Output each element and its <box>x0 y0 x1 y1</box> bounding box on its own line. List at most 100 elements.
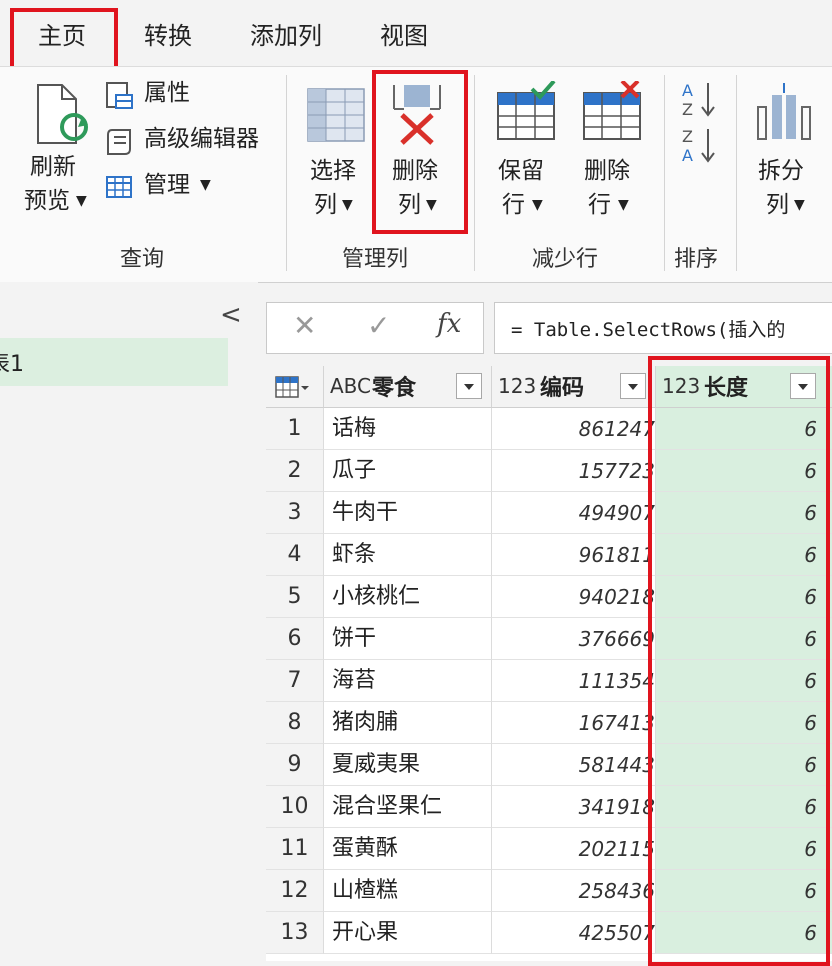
cell-length[interactable]: 6 <box>656 744 832 786</box>
remove-rows-label-1: 删除 <box>584 158 630 184</box>
sort-descending-button[interactable]: Z A <box>680 125 720 165</box>
cell-length[interactable]: 6 <box>656 660 832 702</box>
cell-snack[interactable]: 饼干 <box>324 618 492 660</box>
tab-view[interactable]: 视图 <box>380 16 428 51</box>
filter-dropdown-icon[interactable] <box>620 373 646 399</box>
cell-code[interactable]: 494907 <box>492 492 656 534</box>
collapse-pane-icon[interactable]: < <box>220 300 242 330</box>
cell-code[interactable]: 940218 <box>492 576 656 618</box>
cell-snack[interactable]: 小核桃仁 <box>324 576 492 618</box>
column-header-length[interactable]: 123 长度 <box>656 366 832 408</box>
table-row[interactable]: 9 夏威夷果 581443 6 <box>266 744 832 786</box>
table-row[interactable]: 10 混合坚果仁 341918 6 <box>266 786 832 828</box>
row-number[interactable]: 7 <box>266 660 324 702</box>
remove-columns-button[interactable]: 删除 列 ▼ <box>380 75 460 225</box>
tab-transform[interactable]: 转换 <box>144 16 192 51</box>
table-row[interactable]: 11 蛋黄酥 202115 6 <box>266 828 832 870</box>
formula-input[interactable]: = Table.SelectRows(插入的 <box>494 302 832 354</box>
cell-snack[interactable]: 山楂糕 <box>324 870 492 912</box>
table-row[interactable]: 7 海苔 111354 6 <box>266 660 832 702</box>
table-row[interactable]: 1 话梅 861247 6 <box>266 408 832 450</box>
row-number[interactable]: 9 <box>266 744 324 786</box>
cell-length[interactable]: 6 <box>656 870 832 912</box>
tab-home[interactable]: 主页 <box>38 16 86 51</box>
row-number[interactable]: 5 <box>266 576 324 618</box>
cell-code[interactable]: 202115 <box>492 828 656 870</box>
cell-snack[interactable]: 猪肉脯 <box>324 702 492 744</box>
row-number[interactable]: 1 <box>266 408 324 450</box>
cell-length[interactable]: 6 <box>656 786 832 828</box>
table-row[interactable]: 4 虾条 961811 6 <box>266 534 832 576</box>
table-row[interactable]: 12 山楂糕 258436 6 <box>266 870 832 912</box>
cell-snack[interactable]: 虾条 <box>324 534 492 576</box>
row-number[interactable]: 13 <box>266 912 324 954</box>
fx-icon[interactable]: fx <box>437 309 461 339</box>
cell-snack[interactable]: 蛋黄酥 <box>324 828 492 870</box>
cell-snack[interactable]: 瓜子 <box>324 450 492 492</box>
table-row[interactable]: 8 猪肉脯 167413 6 <box>266 702 832 744</box>
row-number[interactable]: 11 <box>266 828 324 870</box>
cell-length[interactable]: 6 <box>656 492 832 534</box>
cell-code[interactable]: 376669 <box>492 618 656 660</box>
cell-length[interactable]: 6 <box>656 828 832 870</box>
cell-length[interactable]: 6 <box>656 618 832 660</box>
cell-snack[interactable]: 开心果 <box>324 912 492 954</box>
cell-length[interactable]: 6 <box>656 576 832 618</box>
cell-length[interactable]: 6 <box>656 534 832 576</box>
filter-dropdown-icon[interactable] <box>456 373 482 399</box>
cell-snack[interactable]: 混合坚果仁 <box>324 786 492 828</box>
cell-length[interactable]: 6 <box>656 702 832 744</box>
table-row[interactable]: 13 开心果 425507 6 <box>266 912 832 954</box>
cell-length[interactable]: 6 <box>656 450 832 492</box>
properties-button[interactable]: 属性 <box>104 77 274 113</box>
cell-code[interactable]: 167413 <box>492 702 656 744</box>
sort-ascending-button[interactable]: A Z <box>680 79 720 119</box>
confirm-formula-icon[interactable]: ✓ <box>367 309 390 342</box>
cell-snack[interactable]: 牛肉干 <box>324 492 492 534</box>
manage-button[interactable]: 管理 ▼ <box>104 169 274 205</box>
text-type-icon[interactable]: ABC <box>330 374 371 398</box>
column-header-snack[interactable]: ABC 零食 <box>324 366 492 408</box>
refresh-preview-button[interactable]: 刷新 预览 ▼ <box>24 75 94 225</box>
table-row[interactable]: 5 小核桃仁 940218 6 <box>266 576 832 618</box>
row-number[interactable]: 10 <box>266 786 324 828</box>
filter-active-icon[interactable] <box>790 373 816 399</box>
table-menu-icon <box>275 376 309 398</box>
number-type-icon[interactable]: 123 <box>498 374 536 398</box>
split-column-button[interactable]: 拆分 列 ▼ <box>752 75 824 225</box>
ribbon-tab-bar: 主页 转换 添加列 视图 <box>0 0 832 70</box>
row-number[interactable]: 12 <box>266 870 324 912</box>
split-column-label-2: 列 <box>766 192 789 218</box>
cell-length[interactable]: 6 <box>656 912 832 954</box>
row-number[interactable]: 3 <box>266 492 324 534</box>
row-number[interactable]: 8 <box>266 702 324 744</box>
cell-code[interactable]: 861247 <box>492 408 656 450</box>
table-menu-header[interactable] <box>266 366 324 408</box>
cell-code[interactable]: 581443 <box>492 744 656 786</box>
cell-length[interactable]: 6 <box>656 408 832 450</box>
cell-code[interactable]: 111354 <box>492 660 656 702</box>
table-row[interactable]: 3 牛肉干 494907 6 <box>266 492 832 534</box>
remove-rows-button[interactable]: 删除 行 ▼ <box>578 75 650 225</box>
cell-snack[interactable]: 海苔 <box>324 660 492 702</box>
cell-code[interactable]: 157723 <box>492 450 656 492</box>
keep-rows-button[interactable]: 保留 行 ▼ <box>492 75 564 225</box>
table-row[interactable]: 6 饼干 376669 6 <box>266 618 832 660</box>
table-row[interactable]: 2 瓜子 157723 6 <box>266 450 832 492</box>
row-number[interactable]: 2 <box>266 450 324 492</box>
row-number[interactable]: 4 <box>266 534 324 576</box>
query-list-item[interactable]: 表1 <box>0 338 228 386</box>
cancel-formula-icon[interactable]: ✕ <box>293 309 316 342</box>
cell-snack[interactable]: 夏威夷果 <box>324 744 492 786</box>
cell-snack[interactable]: 话梅 <box>324 408 492 450</box>
row-number[interactable]: 6 <box>266 618 324 660</box>
column-header-code[interactable]: 123 编码 <box>492 366 656 408</box>
choose-columns-button[interactable]: 选择 列 ▼ <box>300 75 372 225</box>
tab-add-column[interactable]: 添加列 <box>250 16 322 51</box>
cell-code[interactable]: 258436 <box>492 870 656 912</box>
cell-code[interactable]: 961811 <box>492 534 656 576</box>
number-type-icon[interactable]: 123 <box>662 374 700 398</box>
cell-code[interactable]: 425507 <box>492 912 656 954</box>
advanced-editor-button[interactable]: 高级编辑器 <box>104 123 274 159</box>
cell-code[interactable]: 341918 <box>492 786 656 828</box>
